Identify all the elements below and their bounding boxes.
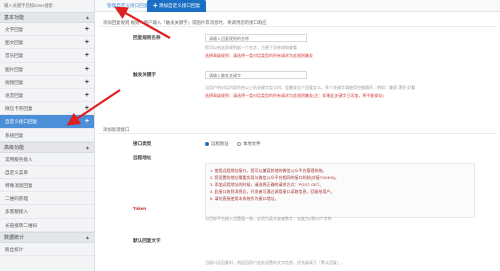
- sidebar-item-image-reply[interactable]: 图片回复 +: [0, 63, 94, 76]
- sidebar-item-service[interactable]: 常用服务接入: [0, 153, 94, 166]
- plus-icon[interactable]: +: [85, 76, 89, 89]
- plus-icon[interactable]: +: [85, 102, 89, 115]
- interface-type-label: 接口类型: [133, 141, 152, 146]
- default-reply-label: 默认回复文字: [133, 238, 161, 243]
- plus-icon[interactable]: +: [85, 115, 89, 128]
- radio-local[interactable]: 本地文件: [237, 141, 261, 147]
- sidebar-item-special[interactable]: 特殊消息回复: [0, 179, 94, 193]
- sidebar-group-advanced[interactable]: 高级功能 ▲: [0, 141, 94, 153]
- rule-name-warning: 选择高级规则：请选择一类对话类型的所有请求为此规则触发: [205, 53, 313, 58]
- sidebar-item-voice-reply[interactable]: 语音回复 +: [0, 89, 94, 103]
- sidebar-group-stats[interactable]: 数据统计 ▲: [0, 231, 94, 243]
- rule-name-input[interactable]: [205, 34, 307, 42]
- sidebar-search-hint[interactable]: 输入关键字后按Enter搜索: [0, 0, 94, 12]
- keyword-hint: 当用户的对话内容符合以上的关键字定义时，会触发这个回复定义。多个关键字请使用空格…: [205, 85, 416, 90]
- plus-icon[interactable]: +: [85, 36, 89, 49]
- rule-name-hint: 您可以给这条规则起一个名字，方便下次修改和查看: [205, 45, 297, 50]
- plus-icon[interactable]: +: [85, 89, 89, 102]
- sidebar-item-system-reply[interactable]: 系统回复: [0, 129, 94, 142]
- note-line: 3. 添加远程地址的时候，请选择正确的请求方式：POST, GET。: [210, 182, 324, 187]
- section-trigger-header: 添加回复规则 规则：用户输入「触发关键字」或图片等消息时，将调用您的接口响应: [99, 19, 497, 27]
- plus-icon[interactable]: +: [85, 49, 89, 62]
- sidebar-group-label: 基本功能: [4, 15, 25, 21]
- sidebar-item-text-reply[interactable]: 文字回复 +: [0, 23, 94, 37]
- keyword-warning: 选择高级规则：请选择一类对话类型的所有请求为此规则触发(注：如果此关键字已添加，…: [205, 93, 384, 98]
- sidebar-item-label: 音乐回复: [5, 53, 24, 59]
- tab-bar: 管理自定义接口回复 ✚ 添加自定义接口回复: [95, 0, 500, 12]
- sidebar-item-label: 语音回复: [5, 92, 24, 98]
- token-hint: 与目标平台接入设置值一致，必须为英文或者数字，长度为3到32个字符: [205, 216, 332, 221]
- note-line: 1. 使用远程地址接口，您可以兼容其他的微信公众平台管理系统。: [210, 168, 327, 173]
- remote-url-notes: 1. 使用远程地址接口，您可以兼容其他的微信公众平台管理系统。 2. 您设置的地…: [205, 163, 475, 218]
- sidebar-item-shorturl[interactable]: 长链接转二维码: [0, 219, 94, 232]
- note-line: 5. 请勿直接使用本系统作为接口地址。: [210, 196, 279, 201]
- sidebar-group-label: 数据统计: [4, 234, 25, 241]
- sidebar-item-label: 系统回复: [5, 132, 24, 138]
- sidebar: 输入关键字后按Enter搜索 基本功能 ▲ 文字回复 + 图文回复 + 音乐回复 + …: [0, 0, 95, 271]
- plus-icon[interactable]: +: [85, 63, 89, 76]
- sidebar-item-card-reply[interactable]: 微信卡券回复 +: [0, 102, 94, 116]
- sidebar-item-label: 图片回复: [5, 66, 24, 72]
- sidebar-item-label: 常用服务接入: [5, 156, 33, 162]
- sidebar-item-label: 粉丝统计: [5, 246, 24, 252]
- default-reply-hint: 当接口无回复时，则返回用户此处设置的文字信息，优先级高于「默认回复」。: [205, 260, 345, 265]
- sidebar-item-label: 图文回复: [5, 40, 24, 46]
- sidebar-item-fans[interactable]: 粉丝统计: [0, 243, 94, 256]
- sidebar-group-label: 高级功能: [4, 144, 25, 151]
- radio-local-label: 本地文件: [243, 141, 261, 146]
- sidebar-group-basic[interactable]: 基本功能 ▲: [0, 12, 94, 23]
- tab-add[interactable]: ✚ 添加自定义接口回复: [147, 0, 207, 12]
- keyword-input[interactable]: [205, 71, 307, 79]
- sidebar-item-custom-interface[interactable]: 自定义接口回复 +: [0, 115, 94, 129]
- sidebar-item-label: 多客服接入: [5, 209, 28, 215]
- sidebar-item-kefu[interactable]: 多客服接入: [0, 205, 94, 219]
- sidebar-item-label: 特殊消息回复: [5, 183, 33, 189]
- note-line: 4. 此接口收到消息后，开发者可通过调用接口读取信息，回复给用户。: [210, 189, 335, 194]
- sidebar-item-label: 微信卡券回复: [5, 106, 33, 112]
- sidebar-item-video-reply[interactable]: 视频回复 +: [0, 76, 94, 89]
- sidebar-item-label: 文字回复: [5, 27, 24, 32]
- plus-icon[interactable]: +: [85, 23, 89, 36]
- sidebar-item-label: 自定义菜单: [5, 169, 28, 175]
- sidebar-item-music-reply[interactable]: 音乐回复 +: [0, 49, 94, 63]
- keyword-label: 触发关键字: [133, 72, 156, 77]
- sidebar-item-menu[interactable]: 自定义菜单: [0, 166, 94, 180]
- sidebar-item-label: 视频回复: [5, 79, 24, 85]
- sidebar-item-label: 自定义接口回复: [5, 119, 38, 125]
- radio-remote[interactable]: 远程地址: [205, 141, 229, 147]
- section-interface-header: 添加处理接口: [99, 126, 497, 134]
- sidebar-item-news-reply[interactable]: 图文回复 +: [0, 36, 94, 50]
- token-label: Token: [133, 206, 147, 211]
- radio-dot-icon: [205, 141, 209, 146]
- main-panel: 管理自定义接口回复 ✚ 添加自定义接口回复 添加回复规则 规则：用户输入「触发关…: [95, 0, 500, 271]
- rule-name-label: 回复规则名称: [133, 35, 161, 40]
- remote-url-label: 远程地址: [133, 155, 152, 160]
- note-line: 2. 您设置的地址需要实现与微信公众平台相同的接口机制(对接TOKEN)。: [210, 175, 339, 180]
- radio-dot-icon: [237, 141, 241, 146]
- radio-remote-label: 远程地址: [211, 141, 229, 146]
- sidebar-item-label: 二维码管理: [5, 196, 28, 202]
- sidebar-item-label: 长链接转二维码: [5, 222, 38, 228]
- sidebar-item-qrcode[interactable]: 二维码管理: [0, 192, 94, 206]
